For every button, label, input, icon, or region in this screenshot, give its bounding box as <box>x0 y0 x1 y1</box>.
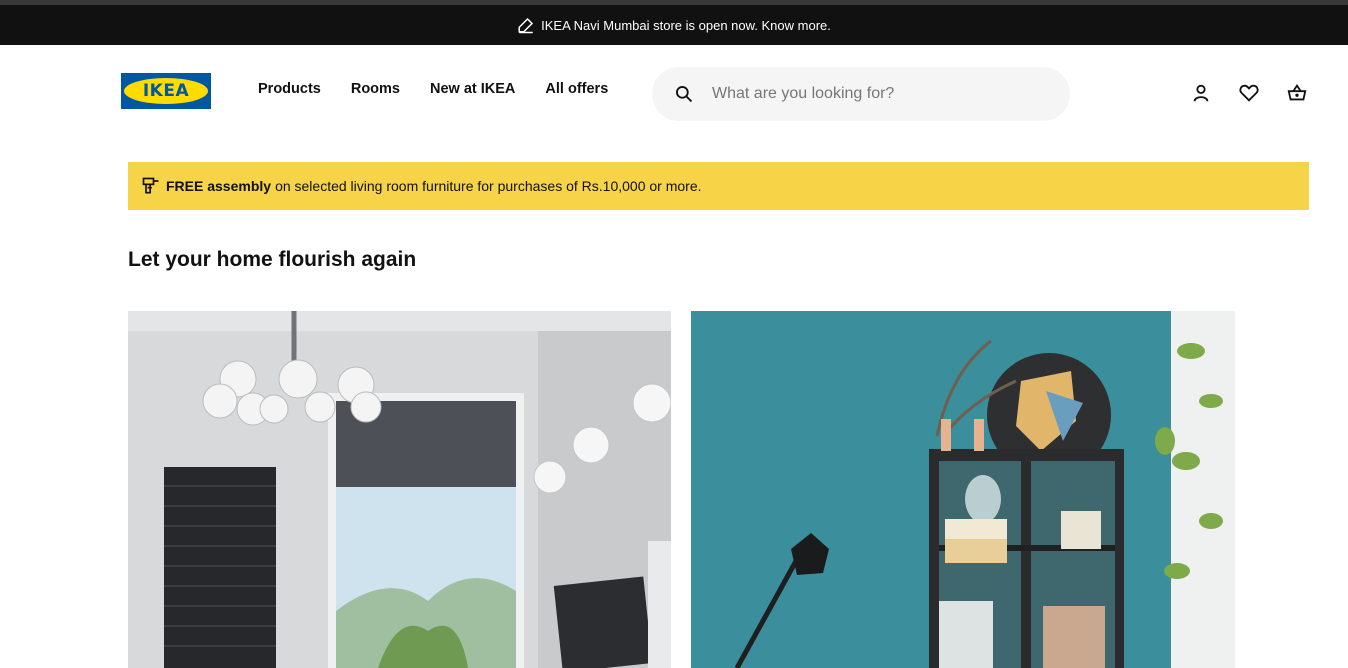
living-room-photo <box>128 311 671 668</box>
banner-bold-text: FREE assembly <box>166 178 272 194</box>
display-cabinet-photo <box>691 311 1235 668</box>
free-assembly-banner[interactable]: FREE assembly on selected living room fu… <box>128 162 1309 210</box>
profile-icon[interactable] <box>1190 82 1212 104</box>
banner-text: on selected living room furniture for pu… <box>275 178 702 194</box>
header-icons <box>1190 82 1308 104</box>
announcement-bar[interactable]: IKEA Navi Mumbai store is open now. Know… <box>0 5 1348 45</box>
nav-all-offers[interactable]: All offers <box>545 81 608 97</box>
search-icon[interactable] <box>674 84 694 104</box>
main-nav: Products Rooms New at IKEA All offers <box>258 81 638 97</box>
pencil-icon <box>518 17 534 34</box>
nav-new-at-ikea[interactable]: New at IKEA <box>430 81 515 97</box>
section-heading: Let your home flourish again <box>128 248 417 271</box>
site-header: IKEA Products Rooms New at IKEA All offe… <box>0 45 1348 145</box>
display-cabinet-photo-card[interactable] <box>691 311 1235 668</box>
nav-products[interactable]: Products <box>258 81 321 97</box>
search-bar[interactable] <box>652 67 1070 121</box>
nav-rooms[interactable]: Rooms <box>351 81 400 97</box>
drill-icon <box>142 177 159 194</box>
heart-icon[interactable] <box>1238 82 1260 104</box>
search-input[interactable] <box>710 84 1034 104</box>
announcement-text[interactable]: IKEA Navi Mumbai store is open now. Know… <box>541 18 831 33</box>
logo-text: IKEA <box>124 78 208 104</box>
cart-icon[interactable] <box>1286 82 1308 104</box>
ikea-logo[interactable]: IKEA <box>121 73 211 109</box>
living-room-photo-card[interactable] <box>128 311 671 668</box>
